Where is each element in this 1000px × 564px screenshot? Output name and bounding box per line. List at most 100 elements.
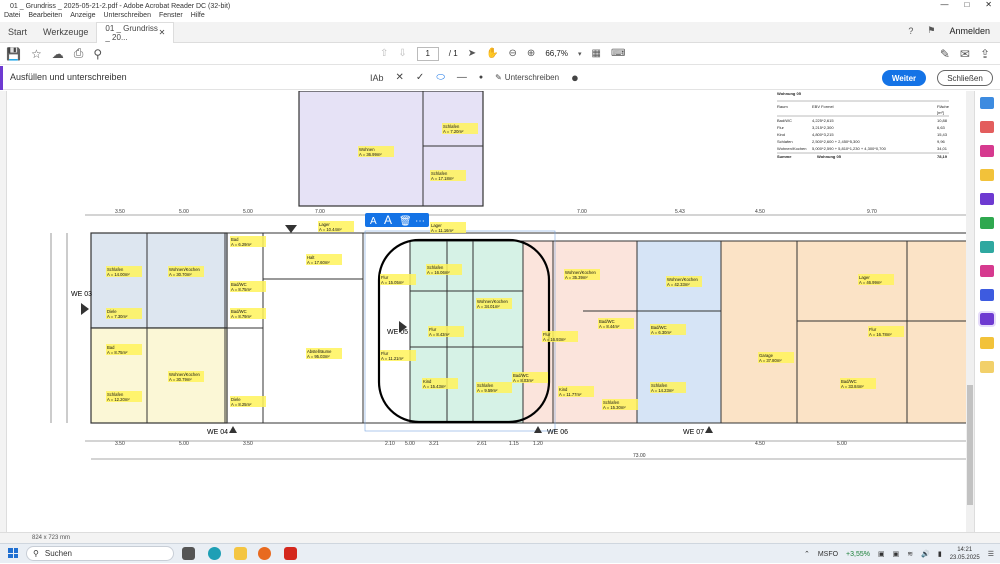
room-area: A = 8.75m² xyxy=(231,287,252,292)
sign-pen-icon[interactable]: ✎ xyxy=(940,47,950,61)
hand-icon[interactable]: ✋ xyxy=(486,48,498,59)
chevron-up-icon[interactable]: ⌃ xyxy=(804,550,810,558)
comment-icon[interactable] xyxy=(980,169,994,181)
battery-icon[interactable]: ▮ xyxy=(938,550,942,558)
file-explorer-icon[interactable] xyxy=(234,547,247,560)
redact-icon[interactable] xyxy=(980,265,994,277)
close-icon[interactable]: ✕ xyxy=(985,0,992,9)
wifi-icon[interactable]: ≋ xyxy=(907,550,913,558)
dot-tool-icon[interactable]: ● xyxy=(479,74,483,81)
clock[interactable]: 14:21 23.05.2025 xyxy=(950,546,980,562)
unit-label-we06: WE 06 xyxy=(547,429,568,436)
tray-app-icon-2[interactable]: ▣ xyxy=(893,550,900,558)
menu-item-hilfe[interactable]: Hilfe xyxy=(191,12,205,22)
right-tools-panel xyxy=(974,91,1000,532)
help-icon[interactable]: ? xyxy=(908,26,913,36)
menu-bar: Datei Bearbeiten Anzeige Unterschreiben … xyxy=(0,12,1000,22)
tab-document[interactable]: 01 _ Grundriss _ 20... ✕ xyxy=(96,21,175,43)
check-tool-icon[interactable]: ✓ xyxy=(416,72,424,83)
search-icon[interactable]: ⚲ xyxy=(93,46,102,61)
page-number-input[interactable]: 1 xyxy=(416,46,439,61)
create-pdf-icon[interactable] xyxy=(980,121,994,133)
edge-icon[interactable] xyxy=(208,547,221,560)
select-cursor-icon[interactable]: ➤ xyxy=(468,48,476,59)
bell-icon[interactable]: ⚑ xyxy=(927,25,935,36)
zoom-level[interactable]: 66,7% xyxy=(545,49,568,58)
vertical-scroll-thumb[interactable] xyxy=(967,385,973,505)
ellipse-tool-icon[interactable]: ⬭ xyxy=(436,72,445,83)
scan-ocr-icon[interactable] xyxy=(980,241,994,253)
room-area: A = 15.30m² xyxy=(603,405,626,410)
tab-tools[interactable]: Werkzeuge xyxy=(35,22,96,43)
signin-button[interactable]: Anmelden xyxy=(949,26,990,36)
color-picker-icon[interactable]: ● xyxy=(571,70,579,85)
windows-start-icon[interactable] xyxy=(8,548,18,558)
area-row-formula: 5,000*2,590 + 5,810*1,230 + 4,300*0,700 xyxy=(812,146,887,151)
menu-item-datei[interactable]: Datei xyxy=(4,12,20,22)
stock-ticker[interactable]: MSFO xyxy=(818,551,838,558)
document-view[interactable]: A A 🗑 ⋯ WE 03 WE 04 WE 05 WE 06 WE 07 3.… xyxy=(7,91,969,532)
room-area: A = 8.03m² xyxy=(513,378,534,383)
clock-time: 14:21 xyxy=(957,547,973,553)
mail-icon[interactable]: ✉ xyxy=(960,47,970,61)
fill-sign-icon[interactable] xyxy=(978,311,996,327)
area-table-header-room: Raum xyxy=(777,104,788,109)
organize-pages-icon[interactable] xyxy=(980,217,994,229)
cross-tool-icon[interactable]: ✕ xyxy=(396,72,404,83)
volume-icon[interactable]: 🔊 xyxy=(921,550,930,558)
tab-close-icon[interactable]: ✕ xyxy=(159,28,166,37)
zoom-in-icon[interactable]: ⊕ xyxy=(527,48,535,59)
share-icon[interactable]: ⇪ xyxy=(980,47,990,61)
area-row-formula: 2,500*2,600 + 2,450*5,300 xyxy=(812,139,860,144)
dim-bottom-9: 4.50 xyxy=(755,441,765,447)
export-pdf-icon[interactable] xyxy=(980,97,994,109)
edit-pdf-icon[interactable] xyxy=(980,145,994,157)
minimize-icon[interactable]: — xyxy=(940,0,948,9)
firefox-icon[interactable] xyxy=(258,547,271,560)
left-nav-gutter[interactable] xyxy=(0,91,7,532)
taskbar-search[interactable]: ⚲ Suchen xyxy=(26,546,174,561)
menu-item-bearbeiten[interactable]: Bearbeiten xyxy=(28,12,62,22)
area-row-room: Flur xyxy=(777,125,785,130)
acrobat-icon[interactable] xyxy=(284,547,297,560)
room-area: A = 15.43m² xyxy=(423,384,446,389)
print-icon[interactable]: ⎙ xyxy=(74,46,84,61)
close-button[interactable]: Schließen xyxy=(937,70,993,86)
sign-button[interactable]: ✎ Unterschreiben xyxy=(495,73,559,82)
star-icon[interactable]: ☆ xyxy=(31,46,42,61)
send-icon[interactable] xyxy=(980,361,994,373)
upload-icon[interactable]: ☁ xyxy=(52,46,64,61)
text-tool-icon[interactable]: IAb xyxy=(370,73,384,83)
annotation-mini-toolbar[interactable]: A A 🗑 ⋯ xyxy=(365,213,429,227)
maximize-icon[interactable]: □ xyxy=(964,0,969,9)
room-area: A = 8.75m² xyxy=(107,350,128,355)
keyboard-icon[interactable]: ⌨ xyxy=(611,48,625,59)
next-page-icon[interactable]: ⇩ xyxy=(398,48,406,59)
main-toolbar: 💾 ☆ ☁ ⎙ ⚲ ⇧ ⇩ 1 / 1 ➤ ✋ ⊖ ⊕ 66,7% ▾ ▦ ⌨ … xyxy=(0,43,1000,65)
protect-icon[interactable] xyxy=(980,289,994,301)
area-table-title: Wohnung 05 xyxy=(777,91,802,96)
room-area: A = 11.16m² xyxy=(431,228,454,233)
taskbar: ⚲ Suchen ⌃ MSFO +3,55% ▣ ▣ ≋ 🔊 ▮ 14:21 2… xyxy=(0,543,1000,563)
task-view-icon[interactable] xyxy=(182,547,195,560)
tray-app-icon[interactable]: ▣ xyxy=(878,550,885,558)
room-area: A = 14.00m² xyxy=(107,272,130,277)
tab-start[interactable]: Start xyxy=(0,22,35,43)
area-row-formula: 4,800*3,215 xyxy=(812,132,834,137)
more-tools-icon[interactable] xyxy=(980,337,994,349)
zoom-out-icon[interactable]: ⊖ xyxy=(509,48,517,59)
menu-item-unterschreiben[interactable]: Unterschreiben xyxy=(104,12,151,22)
save-icon[interactable]: 💾 xyxy=(6,46,21,61)
status-bar: 824 x 723 mm xyxy=(0,532,1000,543)
fit-page-icon[interactable]: ▦ xyxy=(592,48,601,59)
menu-item-fenster[interactable]: Fenster xyxy=(159,12,183,22)
notifications-icon[interactable]: ☰ xyxy=(988,550,994,558)
next-button[interactable]: Weiter xyxy=(882,70,926,86)
zoom-dropdown-icon[interactable]: ▾ xyxy=(578,50,582,58)
prev-page-icon[interactable]: ⇧ xyxy=(380,48,388,59)
line-tool-icon[interactable]: — xyxy=(457,72,467,83)
combine-files-icon[interactable] xyxy=(980,193,994,205)
room-area: A = 17.60m² xyxy=(307,260,330,265)
menu-item-anzeige[interactable]: Anzeige xyxy=(70,12,95,22)
room-area: A = 8.44m² xyxy=(599,324,620,329)
